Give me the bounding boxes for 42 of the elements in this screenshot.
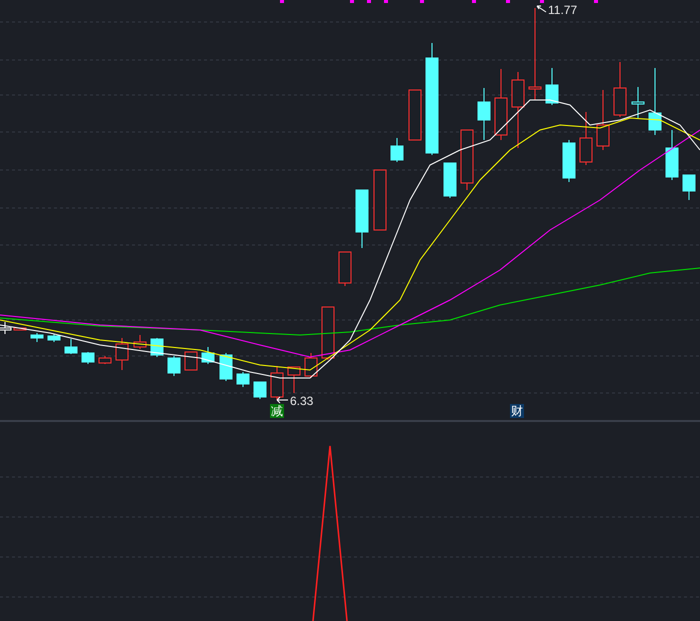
candlestick [546,68,558,106]
candlestick [494,68,508,140]
candlestick [98,356,112,364]
candlestick [220,352,232,382]
candlestick [254,382,266,400]
candlestick [356,190,368,248]
leader-line [536,6,546,12]
candlestick [478,88,490,140]
candlestick [304,352,318,378]
candlestick [116,338,128,370]
candlestick [168,356,180,376]
candlestick [632,86,644,118]
candlestick [580,112,592,166]
candlestick [374,170,386,230]
candlestick [270,366,284,400]
candlestick [666,130,678,180]
candlestick [596,90,610,150]
candlestick [184,352,198,370]
candlestick [288,366,300,394]
signal-tag: 财 [510,404,524,418]
candlestick [338,252,352,286]
candlestick [322,306,334,360]
candlestick [48,334,60,342]
low-price-label: 6.33 [290,394,314,408]
candlestick [460,130,474,190]
candlestick [14,328,26,330]
candlestick [82,352,94,364]
candlestick [236,372,250,388]
candlestick [444,162,456,198]
candlestick [30,332,44,342]
candlestick [562,140,576,182]
candlestick [648,68,662,136]
candlestick [64,338,78,354]
leader-line [276,396,288,404]
candlestick [614,62,626,118]
candlestick [682,174,696,200]
signal-tag: 减 [270,404,284,418]
candlestick [134,334,146,350]
candlestick [408,90,422,140]
candlestick [202,346,214,364]
candlestick [390,138,404,162]
high-price-label: 11.77 [548,3,578,17]
